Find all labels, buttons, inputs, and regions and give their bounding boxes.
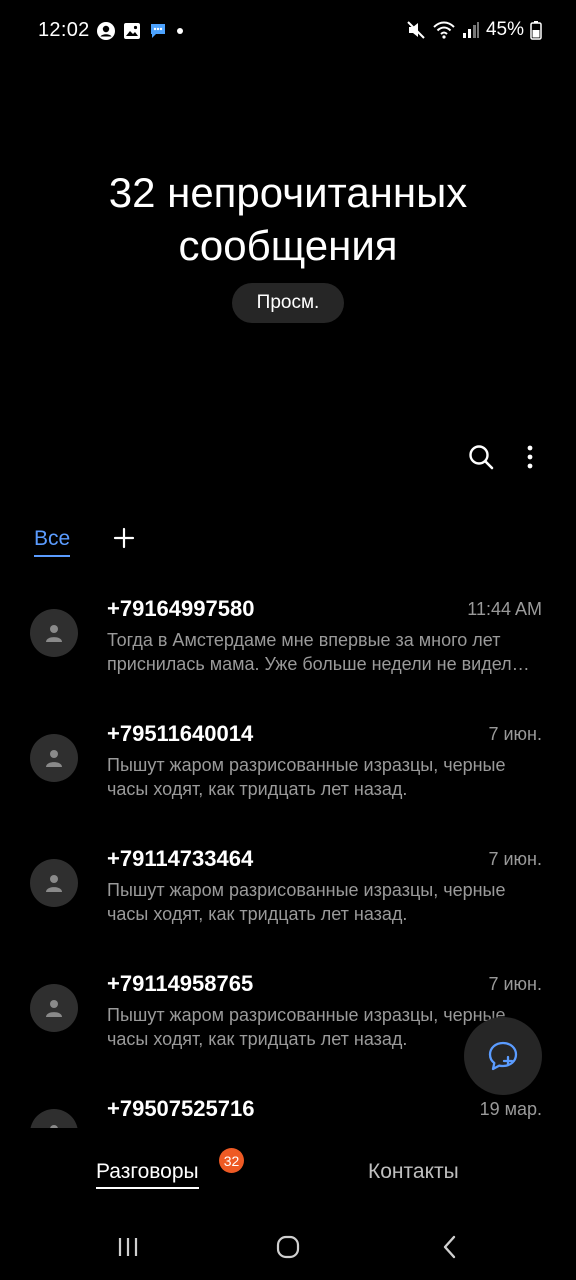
conversation-item[interactable]: +79511640014 7 июн. Пышут жаром разрисов… bbox=[0, 705, 576, 830]
status-system-icons: 45% bbox=[406, 19, 542, 41]
person-icon bbox=[46, 875, 62, 892]
title-line-2: сообщения bbox=[178, 222, 398, 269]
avatar bbox=[30, 859, 78, 907]
system-navigation-bar bbox=[0, 1214, 576, 1280]
battery-percent: 45% bbox=[485, 19, 524, 40]
person-icon bbox=[46, 1000, 62, 1017]
tab-all[interactable]: Все bbox=[34, 527, 71, 557]
person-icon bbox=[50, 1125, 58, 1128]
conversation-time: 7 июн. bbox=[488, 849, 542, 869]
avatar bbox=[30, 609, 78, 657]
status-bar: 12:02 45% bbox=[0, 0, 576, 64]
conversation-name: +79507525716 bbox=[107, 1096, 255, 1121]
conversation-time: 19 мар. bbox=[479, 1099, 542, 1119]
bottom-navigation: Разговоры 32 Контакты bbox=[0, 1138, 576, 1208]
dot-icon bbox=[177, 28, 183, 34]
recent-apps-icon bbox=[118, 1238, 138, 1256]
avatar bbox=[30, 1109, 78, 1128]
search-button[interactable] bbox=[462, 438, 500, 476]
chat-bubble-icon bbox=[151, 24, 165, 38]
avatar bbox=[30, 734, 78, 782]
unread-badge: 32 bbox=[219, 1148, 244, 1173]
unread-count-title: 32 непрочитанных сообщения bbox=[0, 166, 576, 272]
conversation-preview: Пышут жаром разрисованные изразцы, черны… bbox=[107, 880, 506, 924]
home-icon bbox=[276, 1235, 300, 1259]
conversation-time: 11:44 AM bbox=[467, 599, 542, 619]
home-button[interactable] bbox=[268, 1232, 308, 1262]
mute-icon bbox=[407, 21, 425, 39]
conversation-item[interactable]: +79164997580 11:44 AM Тогда в Амстердаме… bbox=[0, 580, 576, 705]
battery-icon bbox=[530, 21, 542, 40]
conversation-name: +79164997580 bbox=[107, 596, 255, 621]
conversation-time: 7 июн. bbox=[488, 724, 542, 744]
view-unread-button[interactable]: Просм. bbox=[232, 283, 344, 323]
nav-contacts[interactable]: Контакты bbox=[368, 1160, 459, 1184]
back-button[interactable] bbox=[430, 1232, 470, 1262]
signal-icon bbox=[462, 22, 479, 38]
conversation-name: +79511640014 bbox=[107, 721, 254, 746]
search-icon bbox=[469, 445, 494, 470]
conversation-name: +79114733464 bbox=[107, 846, 254, 871]
back-icon bbox=[443, 1235, 456, 1259]
person-icon bbox=[46, 625, 62, 642]
conversation-name: +79114958765 bbox=[107, 971, 254, 996]
conversation-item[interactable]: +79114733464 7 июн. Пышут жаром разрисов… bbox=[0, 830, 576, 955]
more-vert-icon bbox=[527, 445, 533, 469]
conversation-preview: Пышут жаром разрисованные изразцы, черны… bbox=[107, 755, 506, 799]
wifi-icon bbox=[433, 21, 455, 39]
plus-icon bbox=[113, 527, 135, 549]
conversation-preview: Тогда в Амстердаме мне впервые за много … bbox=[107, 630, 522, 674]
add-category-button[interactable] bbox=[110, 524, 138, 552]
new-message-button[interactable] bbox=[464, 1017, 542, 1095]
more-options-button[interactable] bbox=[514, 438, 546, 476]
person-icon bbox=[46, 750, 62, 767]
title-line-1: 32 непрочитанных bbox=[108, 169, 468, 216]
status-notification-icons bbox=[96, 21, 185, 41]
new-message-icon bbox=[488, 1041, 518, 1071]
recent-apps-button[interactable] bbox=[108, 1232, 148, 1262]
avatar bbox=[30, 984, 78, 1032]
image-icon bbox=[124, 23, 140, 39]
nav-conversations[interactable]: Разговоры bbox=[96, 1160, 199, 1189]
status-time: 12:02 bbox=[38, 19, 90, 41]
account-circle-icon bbox=[97, 22, 115, 40]
conversation-time: 7 июн. bbox=[488, 974, 542, 994]
